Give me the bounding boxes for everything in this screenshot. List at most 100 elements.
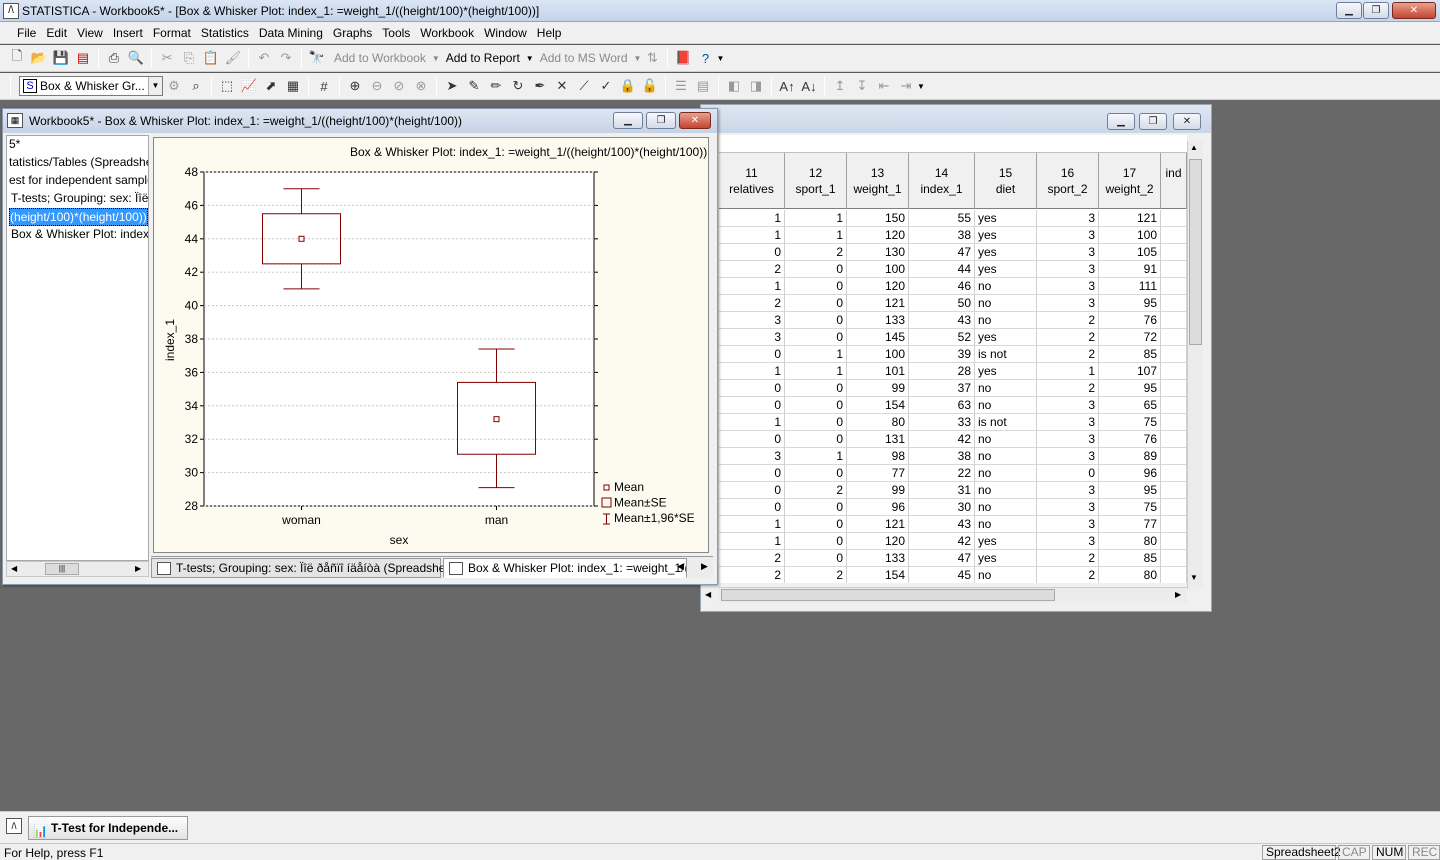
copy-icon[interactable]: ⎘ xyxy=(179,48,199,68)
table-cell[interactable]: 28 xyxy=(909,363,975,380)
indent-icon[interactable]: ⇤ xyxy=(874,76,894,96)
table-cell[interactable]: 133 xyxy=(847,550,909,567)
table-cell[interactable]: 44 xyxy=(909,261,975,278)
workbook-close-button[interactable]: ✕ xyxy=(679,112,711,129)
table-cell[interactable]: 77 xyxy=(847,465,909,482)
plot-icon[interactable]: 📈 xyxy=(239,76,259,96)
restore-button[interactable]: ❐ xyxy=(1363,2,1389,19)
hscroll-thumb[interactable] xyxy=(721,589,1055,601)
table-cell[interactable]: 154 xyxy=(847,567,909,583)
tab-scroll-left-icon[interactable]: ◀ xyxy=(677,561,684,572)
table-cell[interactable]: 75 xyxy=(1099,499,1161,516)
chevron-down-icon[interactable]: ▼ xyxy=(432,54,440,63)
table-cell[interactable]: 0 xyxy=(785,295,847,312)
zoom-graph-icon[interactable]: ⌕ xyxy=(186,76,206,96)
table-cell[interactable]: no xyxy=(975,397,1037,414)
table-cell[interactable]: no xyxy=(975,431,1037,448)
table-cell[interactable]: 1 xyxy=(1037,363,1099,380)
table-cell[interactable]: 2 xyxy=(719,295,785,312)
table-cell[interactable]: 1 xyxy=(719,363,785,380)
table-cell[interactable]: 3 xyxy=(1037,499,1099,516)
table-cell[interactable]: 33 xyxy=(909,414,975,431)
menu-insert[interactable]: Insert xyxy=(108,26,148,40)
table-cell[interactable]: 2 xyxy=(719,550,785,567)
menu-window[interactable]: Window xyxy=(479,26,532,40)
table-cell[interactable]: 45 xyxy=(909,567,975,583)
menu-help[interactable]: Help xyxy=(532,26,567,40)
table-cell[interactable] xyxy=(1161,516,1187,533)
distribute-icon[interactable]: ▤ xyxy=(693,76,713,96)
table-cell[interactable] xyxy=(1161,414,1187,431)
table-cell[interactable]: no xyxy=(975,482,1037,499)
table-cell[interactable] xyxy=(1161,295,1187,312)
table-cell[interactable]: 80 xyxy=(1099,567,1161,583)
table-cell[interactable] xyxy=(1161,482,1187,499)
spreadsheet-horizontal-scrollbar[interactable]: ◀ ▶ xyxy=(705,587,1187,603)
table-cell[interactable]: 43 xyxy=(909,312,975,329)
scroll-left-icon[interactable]: ◀ xyxy=(705,590,711,599)
book-icon[interactable]: 📕 xyxy=(673,48,693,68)
table-cell[interactable]: 105 xyxy=(1099,244,1161,261)
table-cell[interactable]: 65 xyxy=(1099,397,1161,414)
tree-node[interactable]: tatistics/Tables (Spreadshe xyxy=(9,154,148,170)
table-cell[interactable]: yes xyxy=(975,363,1037,380)
table-cell[interactable]: 2 xyxy=(785,567,847,583)
column-header[interactable]: ind xyxy=(1161,153,1187,209)
table-cell[interactable]: yes xyxy=(975,329,1037,346)
table-cell[interactable]: 3 xyxy=(719,329,785,346)
tree-node[interactable]: 5* xyxy=(9,136,20,152)
table-cell[interactable]: 3 xyxy=(1037,210,1099,227)
trend-icon[interactable]: ⟋ xyxy=(574,76,594,96)
table-cell[interactable]: 89 xyxy=(1099,448,1161,465)
table-cell[interactable]: 91 xyxy=(1099,261,1161,278)
table-cell[interactable]: 95 xyxy=(1099,482,1161,499)
menu-edit[interactable]: Edit xyxy=(41,26,72,40)
table-cell[interactable]: 2 xyxy=(1037,329,1099,346)
table-cell[interactable]: no xyxy=(975,380,1037,397)
table-cell[interactable]: 98 xyxy=(847,448,909,465)
table-cell[interactable]: is not xyxy=(975,346,1037,363)
outdent-icon[interactable]: ⇥ xyxy=(896,76,916,96)
menu-workbook[interactable]: Workbook xyxy=(415,26,479,40)
table-cell[interactable]: 0 xyxy=(719,244,785,261)
lock-icon[interactable]: 🔒 xyxy=(618,76,638,96)
sort-asc-icon[interactable]: ↥ xyxy=(830,76,850,96)
check-icon[interactable]: ✓ xyxy=(596,76,616,96)
table-cell[interactable]: 3 xyxy=(1037,244,1099,261)
table-cell[interactable]: 42 xyxy=(909,533,975,550)
font-shrink-icon[interactable]: A↓ xyxy=(799,76,819,96)
table-cell[interactable]: 0 xyxy=(785,397,847,414)
table-cell[interactable]: 111 xyxy=(1099,278,1161,295)
chevron-down-icon[interactable]: ▼ xyxy=(634,54,642,63)
table-cell[interactable]: 3 xyxy=(1037,261,1099,278)
grid-icon[interactable]: # xyxy=(314,76,334,96)
edit-icon[interactable]: ✏ xyxy=(486,76,506,96)
save-icon[interactable]: 💾 xyxy=(51,48,71,68)
table-cell[interactable]: is not xyxy=(975,414,1037,431)
workbook-window[interactable]: ▦ Workbook5* - Box & Whisker Plot: index… xyxy=(2,108,718,585)
table-cell[interactable]: 0 xyxy=(719,482,785,499)
table-cell[interactable]: 1 xyxy=(719,516,785,533)
table-cell[interactable]: 55 xyxy=(909,210,975,227)
table-cell[interactable] xyxy=(1161,567,1187,583)
table-cell[interactable]: 3 xyxy=(1037,227,1099,244)
column-header[interactable]: 15 diet xyxy=(975,153,1037,209)
graph-options-icon[interactable]: ⚙ xyxy=(164,76,184,96)
table-cell[interactable]: 107 xyxy=(1099,363,1161,380)
close-button[interactable]: ✕ xyxy=(1392,2,1436,19)
table-cell[interactable]: 1 xyxy=(719,414,785,431)
minimize-button[interactable]: ▁ xyxy=(1336,2,1362,19)
table-cell[interactable]: no xyxy=(975,567,1037,583)
menu-tools[interactable]: Tools xyxy=(377,26,415,40)
menu-data-mining[interactable]: Data Mining xyxy=(254,26,328,40)
paste-icon[interactable]: 📋 xyxy=(201,48,221,68)
unlock-icon[interactable]: 🔓 xyxy=(640,76,660,96)
table-cell[interactable]: 38 xyxy=(909,227,975,244)
new-file-icon[interactable]: 🗋 xyxy=(7,48,27,68)
table-cell[interactable]: 154 xyxy=(847,397,909,414)
sort-icon[interactable]: ⇅ xyxy=(642,48,662,68)
table-cell[interactable]: 3 xyxy=(1037,295,1099,312)
scroll-up-icon[interactable]: ▲ xyxy=(1190,143,1198,152)
table-cell[interactable]: yes xyxy=(975,550,1037,567)
table-cell[interactable]: 121 xyxy=(1099,210,1161,227)
